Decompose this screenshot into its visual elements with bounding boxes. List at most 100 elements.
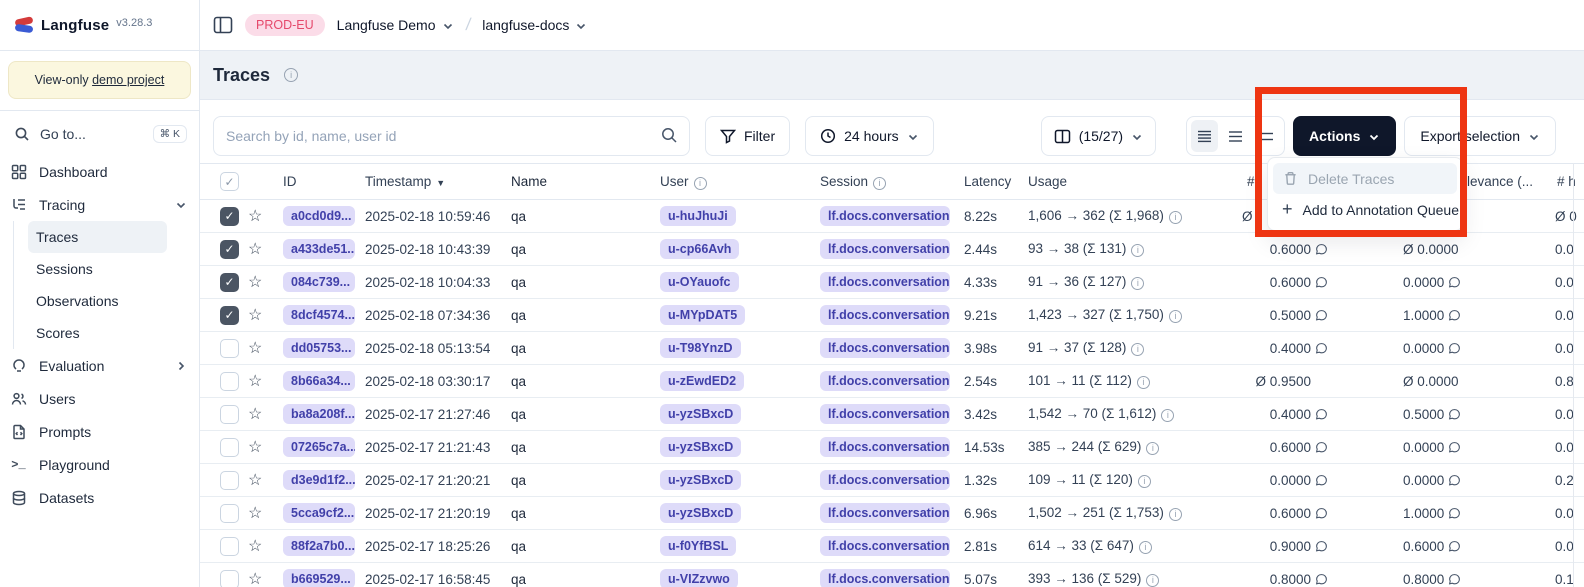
row-height-medium-button[interactable]	[1222, 120, 1249, 152]
trace-id-link[interactable]: dd05753...	[283, 338, 355, 358]
session-id-link[interactable]: lf.docs.conversation...	[820, 569, 950, 587]
trace-id-link[interactable]: 8b66a34...	[283, 371, 355, 391]
column-header-user[interactable]: Useri	[648, 164, 808, 200]
row-checkbox[interactable]: ✓	[220, 339, 239, 358]
trace-id-link[interactable]: 07265c7a...	[283, 437, 355, 457]
column-visibility-button[interactable]: (15/27)	[1041, 116, 1156, 156]
column-header-name[interactable]: Name	[498, 164, 648, 200]
row-checkbox[interactable]: ✓	[220, 537, 239, 556]
row-checkbox[interactable]: ✓	[220, 438, 239, 457]
trace-id-link[interactable]: 5cca9cf2...	[283, 503, 355, 523]
trace-id-link[interactable]: a0cd0d9...	[283, 206, 355, 226]
column-header-extra[interactable]: # h	[1550, 164, 1584, 200]
sidebar-item-traces[interactable]: Traces	[28, 221, 167, 253]
search-icon[interactable]	[660, 126, 678, 149]
org-selector[interactable]: Langfuse Demo	[337, 17, 454, 33]
session-id-link[interactable]: lf.docs.conversation...	[820, 239, 950, 259]
comment-bubble-icon[interactable]	[1448, 507, 1461, 520]
row-checkbox[interactable]: ✓	[220, 273, 239, 292]
time-range-button[interactable]: 24 hours	[805, 116, 933, 156]
session-id-link[interactable]: lf.docs.conversation...	[820, 503, 950, 523]
goto-search[interactable]: Go to... ⌘ K	[0, 113, 199, 155]
trace-id-link[interactable]: d3e9d1f2...	[283, 470, 355, 490]
session-id-link[interactable]: lf.docs.conversation...	[820, 305, 950, 325]
bookmark-star-icon[interactable]: ☆	[248, 373, 262, 390]
comment-bubble-icon[interactable]	[1448, 276, 1461, 289]
row-checkbox[interactable]: ✓	[220, 405, 239, 424]
user-id-link[interactable]: u-huJhuJi	[660, 206, 736, 226]
comment-bubble-icon[interactable]	[1315, 276, 1328, 289]
bookmark-star-icon[interactable]: ☆	[248, 208, 262, 225]
trace-id-link[interactable]: 084c739...	[283, 272, 355, 292]
project-selector[interactable]: langfuse-docs	[482, 17, 587, 33]
comment-bubble-icon[interactable]	[1448, 540, 1461, 553]
sidebar-toggle-icon[interactable]	[213, 16, 233, 34]
sidebar-item-prompts[interactable]: Prompts	[0, 415, 191, 448]
comment-bubble-icon[interactable]	[1448, 309, 1461, 322]
comment-bubble-icon[interactable]	[1315, 408, 1328, 421]
row-checkbox[interactable]: ✓	[220, 306, 239, 325]
row-checkbox[interactable]: ✓	[220, 570, 239, 587]
session-id-link[interactable]: lf.docs.conversation...	[820, 536, 950, 556]
user-id-link[interactable]: u-T98YnzD	[660, 338, 741, 358]
sidebar-item-evaluation[interactable]: Evaluation	[0, 349, 191, 382]
session-id-link[interactable]: lf.docs.conversation...	[820, 470, 950, 490]
filter-button[interactable]: Filter	[705, 116, 790, 156]
trace-id-link[interactable]: 88f2a7b0...	[283, 536, 355, 556]
column-header-id[interactable]: ID	[272, 164, 355, 200]
comment-bubble-icon[interactable]	[1315, 540, 1328, 553]
session-id-link[interactable]: lf.docs.conversation...	[820, 404, 950, 424]
comment-bubble-icon[interactable]	[1315, 342, 1328, 355]
bookmark-star-icon[interactable]: ☆	[248, 571, 262, 587]
trace-id-link[interactable]: b669529...	[283, 569, 355, 587]
sidebar-item-tracing[interactable]: Tracing	[0, 188, 191, 221]
bookmark-star-icon[interactable]: ☆	[248, 406, 262, 423]
row-height-compact-button[interactable]	[1191, 120, 1218, 152]
comment-bubble-icon[interactable]	[1448, 474, 1461, 487]
user-id-link[interactable]: u-yzSBxcD	[660, 404, 741, 424]
comment-bubble-icon[interactable]	[1315, 474, 1328, 487]
bookmark-star-icon[interactable]: ☆	[248, 274, 262, 291]
row-checkbox[interactable]: ✓	[220, 504, 239, 523]
comment-bubble-icon[interactable]	[1448, 342, 1461, 355]
comment-bubble-icon[interactable]	[1315, 441, 1328, 454]
sidebar-item-users[interactable]: Users	[0, 382, 191, 415]
bookmark-star-icon[interactable]: ☆	[248, 307, 262, 324]
sidebar-item-datasets[interactable]: Datasets	[0, 481, 191, 514]
user-id-link[interactable]: u-OYauofc	[660, 272, 739, 292]
export-selection-button[interactable]: Export selection	[1404, 116, 1556, 156]
demo-project-link[interactable]: demo project	[92, 73, 164, 87]
sidebar-item-playground[interactable]: >_ Playground	[0, 448, 191, 481]
session-id-link[interactable]: lf.docs.conversation...	[820, 272, 950, 292]
sidebar-item-observations[interactable]: Observations	[28, 285, 167, 317]
bookmark-star-icon[interactable]: ☆	[248, 472, 262, 489]
row-height-tall-button[interactable]	[1253, 120, 1280, 152]
comment-bubble-icon[interactable]	[1448, 573, 1461, 586]
trace-id-link[interactable]: 8dcf4574...	[283, 305, 355, 325]
session-id-link[interactable]: lf.docs.conversation...	[820, 437, 950, 457]
user-id-link[interactable]: u-cp66Avh	[660, 239, 739, 259]
trace-id-link[interactable]: ba8a208f...	[283, 404, 355, 424]
column-header-usage[interactable]: Usage	[1016, 164, 1238, 200]
sidebar-item-scores[interactable]: Scores	[28, 317, 167, 349]
menu-item-add-to-annotation-queue[interactable]: + Add to Annotation Queue	[1273, 194, 1457, 225]
bookmark-star-icon[interactable]: ☆	[248, 439, 262, 456]
row-checkbox[interactable]: ✓	[220, 240, 239, 259]
row-checkbox[interactable]: ✓	[220, 207, 239, 226]
user-id-link[interactable]: u-f0YfBSL	[660, 536, 736, 556]
sidebar-item-dashboard[interactable]: Dashboard	[0, 155, 191, 188]
user-id-link[interactable]: u-VIZzvwo	[660, 569, 738, 587]
session-id-link[interactable]: lf.docs.conversation...	[820, 371, 950, 391]
comment-bubble-icon[interactable]	[1315, 507, 1328, 520]
select-all-checkbox[interactable]: ✓	[220, 172, 239, 191]
row-checkbox[interactable]: ✓	[220, 372, 239, 391]
session-id-link[interactable]: lf.docs.conversation...	[820, 338, 950, 358]
comment-bubble-icon[interactable]	[1315, 573, 1328, 586]
comment-bubble-icon[interactable]	[1315, 309, 1328, 322]
column-header-timestamp[interactable]: Timestamp▼	[355, 164, 498, 200]
user-id-link[interactable]: u-yzSBxcD	[660, 470, 741, 490]
row-checkbox[interactable]: ✓	[220, 471, 239, 490]
sidebar-item-sessions[interactable]: Sessions	[28, 253, 167, 285]
user-id-link[interactable]: u-yzSBxcD	[660, 503, 741, 523]
column-header-latency[interactable]: Latency	[952, 164, 1016, 200]
